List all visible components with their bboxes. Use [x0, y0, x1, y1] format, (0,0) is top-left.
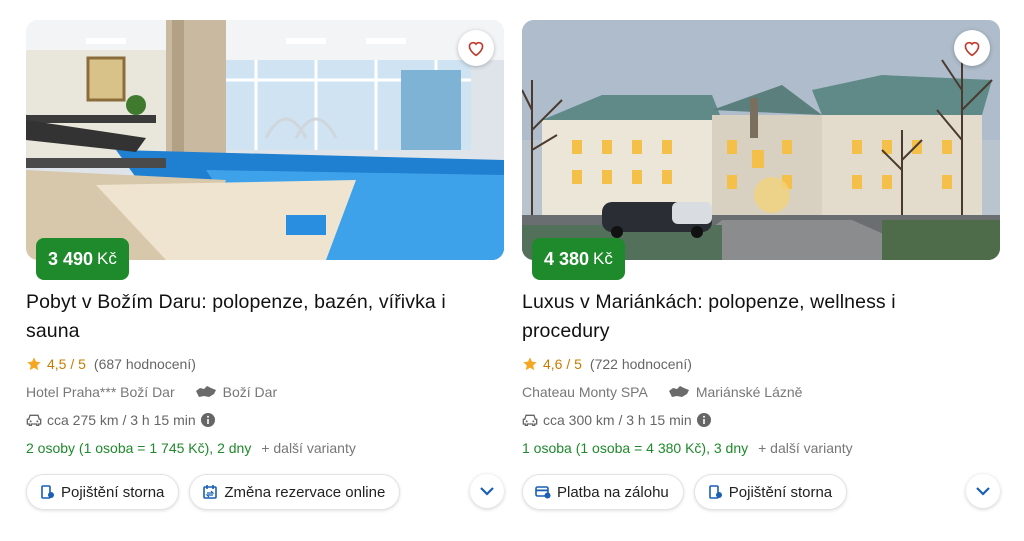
hotel-name[interactable]: Chateau Monty SPA: [522, 384, 648, 400]
chateau-photo-image: [522, 20, 1000, 260]
rating-count: (722 hodnocení): [589, 356, 692, 372]
star-icon: [523, 357, 537, 371]
price-value: 4 380: [544, 248, 590, 269]
persons-text[interactable]: 1 osoba (1 osoba = 4 380 Kč), 3 dny: [522, 440, 748, 456]
favorite-button[interactable]: [954, 30, 990, 66]
distance-text: cca 300 km / 3 h 15 min: [543, 412, 692, 428]
chevron-down-icon: [976, 487, 990, 496]
info-icon[interactable]: [200, 413, 215, 427]
feature-chips: Pojištění storna Změna rezervace online: [26, 474, 504, 510]
car-icon: [522, 413, 538, 427]
rating-row: 4,5 / 5 (687 hodnocení): [26, 354, 504, 374]
offer-title[interactable]: Pobyt v Božím Daru: polopenze, bazén, ví…: [26, 288, 476, 346]
offer-card[interactable]: 4 380 Kč Luxus v Mariánkách: polopenze, …: [522, 20, 1000, 510]
location-name[interactable]: Mariánské Lázně: [696, 384, 803, 400]
rating-score: 4,6 / 5: [543, 356, 582, 372]
chevron-down-icon: [480, 487, 494, 496]
hotel-name[interactable]: Hotel Praha*** Boží Dar: [26, 384, 175, 400]
distance-row: cca 300 km / 3 h 15 min: [522, 410, 1000, 430]
calendar-change-icon: [202, 484, 218, 500]
expand-button[interactable]: [966, 474, 1000, 508]
offer-title[interactable]: Luxus v Mariánkách: polopenze, wellness …: [522, 288, 972, 346]
rating-score: 4,5 / 5: [47, 356, 86, 372]
price-badge: 4 380 Kč: [532, 238, 625, 280]
insurance-icon: [707, 484, 723, 500]
chip-label: Změna rezervace online: [224, 483, 386, 501]
favorite-button[interactable]: [458, 30, 494, 66]
chip-deposit-payment[interactable]: Platba na zálohu: [522, 474, 684, 510]
chip-online-change[interactable]: Změna rezervace online: [189, 474, 401, 510]
rating-count: (687 hodnocení): [93, 356, 196, 372]
info-icon[interactable]: [696, 413, 711, 427]
location-name[interactable]: Boží Dar: [223, 384, 277, 400]
hotel-row: Hotel Praha*** Boží Dar Boží Dar: [26, 382, 504, 402]
payment-card-icon: [535, 484, 551, 500]
expand-button[interactable]: [470, 474, 504, 508]
map-icon: [195, 385, 217, 399]
heart-icon: [468, 41, 484, 57]
chip-cancellation-insurance[interactable]: Pojištění storna: [693, 474, 848, 510]
more-variants-link[interactable]: + další varianty: [758, 440, 853, 456]
offer-photo-chateau[interactable]: [522, 20, 1000, 260]
price-badge: 3 490 Kč: [36, 238, 129, 280]
price-currency: Kč: [97, 249, 117, 268]
heart-icon: [964, 41, 980, 57]
price-currency: Kč: [593, 249, 613, 268]
pool-photo-image: [26, 20, 504, 260]
chip-label: Pojištění storna: [61, 483, 165, 501]
persons-text[interactable]: 2 osoby (1 osoba = 1 745 Kč), 2 dny: [26, 440, 251, 456]
rating-row: 4,6 / 5 (722 hodnocení): [522, 354, 1000, 374]
insurance-icon: [39, 484, 55, 500]
chip-label: Platba na zálohu: [557, 483, 669, 501]
offer-card[interactable]: 3 490 Kč Pobyt v Božím Daru: polopenze, …: [26, 20, 504, 510]
hotel-row: Chateau Monty SPA Mariánské Lázně: [522, 382, 1000, 402]
chip-cancellation-insurance[interactable]: Pojištění storna: [26, 474, 180, 510]
feature-chips: Platba na zálohu Pojištění storna: [522, 474, 1000, 510]
persons-row: 2 osoby (1 osoba = 1 745 Kč), 2 dny + da…: [26, 438, 504, 458]
distance-text: cca 275 km / 3 h 15 min: [47, 412, 196, 428]
chip-label: Pojištění storna: [728, 483, 833, 501]
offer-photo-pool[interactable]: [26, 20, 504, 260]
price-value: 3 490: [48, 248, 94, 269]
car-icon: [26, 413, 42, 427]
distance-row: cca 275 km / 3 h 15 min: [26, 410, 504, 430]
more-variants-link[interactable]: + další varianty: [261, 440, 356, 456]
persons-row: 1 osoba (1 osoba = 4 380 Kč), 3 dny + da…: [522, 438, 1000, 458]
star-icon: [27, 357, 41, 371]
map-icon: [668, 385, 690, 399]
